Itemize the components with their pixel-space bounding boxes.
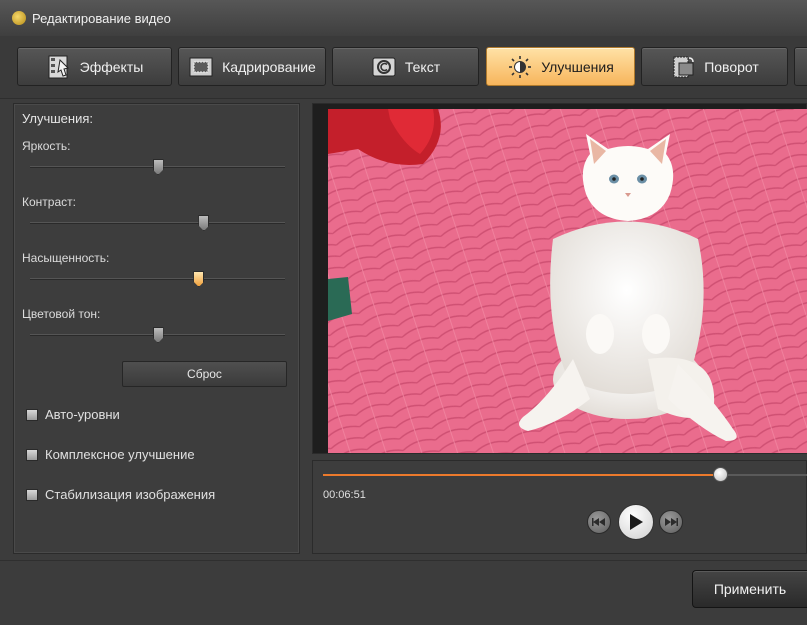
previous-button[interactable]: [587, 510, 611, 534]
brightness-slider[interactable]: [30, 159, 285, 175]
brightness-label: Яркость:: [22, 139, 71, 153]
hue-slider-thumb[interactable]: [152, 327, 164, 343]
auto-levels-checkbox[interactable]: Авто-уровни: [26, 407, 120, 422]
title-bar: Редактирование видео: [0, 0, 807, 37]
text-icon: [372, 57, 396, 76]
next-button[interactable]: [659, 510, 683, 534]
brightness-slider-thumb[interactable]: [152, 159, 164, 175]
seek-bar[interactable]: [323, 467, 807, 482]
crop-icon: [189, 57, 213, 76]
panel-heading: Улучшения:: [22, 111, 93, 126]
footer-divider: [0, 560, 807, 561]
reset-button[interactable]: Сброс: [122, 361, 287, 387]
play-button[interactable]: [618, 504, 654, 540]
skip-forward-icon: [665, 518, 678, 526]
hue-label: Цветовой тон:: [22, 307, 101, 321]
complex-enhance-checkbox[interactable]: Комплексное улучшение: [26, 447, 195, 462]
apply-button[interactable]: Применить: [692, 570, 807, 608]
tab-more[interactable]: [794, 47, 807, 86]
checkbox-box[interactable]: [26, 488, 38, 501]
video-preview-frame: [312, 103, 807, 454]
seek-progress: [323, 474, 721, 476]
tab-text[interactable]: Текст: [332, 47, 479, 86]
contrast-label: Контраст:: [22, 195, 76, 209]
tab-effects[interactable]: Эффекты: [17, 47, 172, 86]
contrast-slider-thumb[interactable]: [198, 215, 210, 231]
video-frame-image: [328, 109, 807, 453]
checkbox-box[interactable]: [26, 408, 38, 421]
rotate-icon: [673, 56, 694, 77]
tab-crop[interactable]: Кадрирование: [178, 47, 326, 86]
tab-label: Поворот: [704, 58, 759, 75]
checkbox-label: Авто-уровни: [45, 407, 120, 422]
tab-label: Текст: [404, 58, 441, 75]
tab-enhance[interactable]: Улучшения: [486, 47, 635, 86]
tab-rotate[interactable]: Поворот: [641, 47, 788, 86]
seek-thumb[interactable]: [712, 467, 728, 482]
app-icon: [12, 11, 26, 25]
saturation-slider-thumb[interactable]: [193, 271, 205, 287]
window-title: Редактирование видео: [32, 10, 171, 26]
saturation-slider[interactable]: [30, 271, 285, 287]
player-controls: 00:06:51: [312, 460, 807, 554]
play-icon: [630, 514, 643, 530]
tab-label: Кадрирование: [222, 58, 316, 75]
enhance-icon: [509, 55, 532, 78]
tab-label: Улучшения: [541, 58, 614, 75]
tabs-bar: Эффекты Кадрирование Текст Улучшения Пов…: [0, 36, 807, 99]
hue-slider[interactable]: [30, 327, 285, 343]
stabilization-checkbox[interactable]: Стабилизация изображения: [26, 487, 215, 502]
current-time: 00:06:51: [323, 489, 366, 501]
effects-icon: [48, 55, 69, 78]
tab-label: Эффекты: [79, 58, 144, 75]
checkbox-label: Комплексное улучшение: [45, 447, 195, 462]
contrast-slider[interactable]: [30, 215, 285, 231]
skip-back-icon: [592, 518, 605, 526]
saturation-label: Насыщенность:: [22, 251, 110, 265]
checkbox-label: Стабилизация изображения: [45, 487, 216, 502]
checkbox-box[interactable]: [26, 448, 38, 461]
enhance-panel: Улучшения: Яркость: Контраст: Насыщеннос…: [13, 103, 300, 554]
video-preview[interactable]: [328, 109, 807, 453]
